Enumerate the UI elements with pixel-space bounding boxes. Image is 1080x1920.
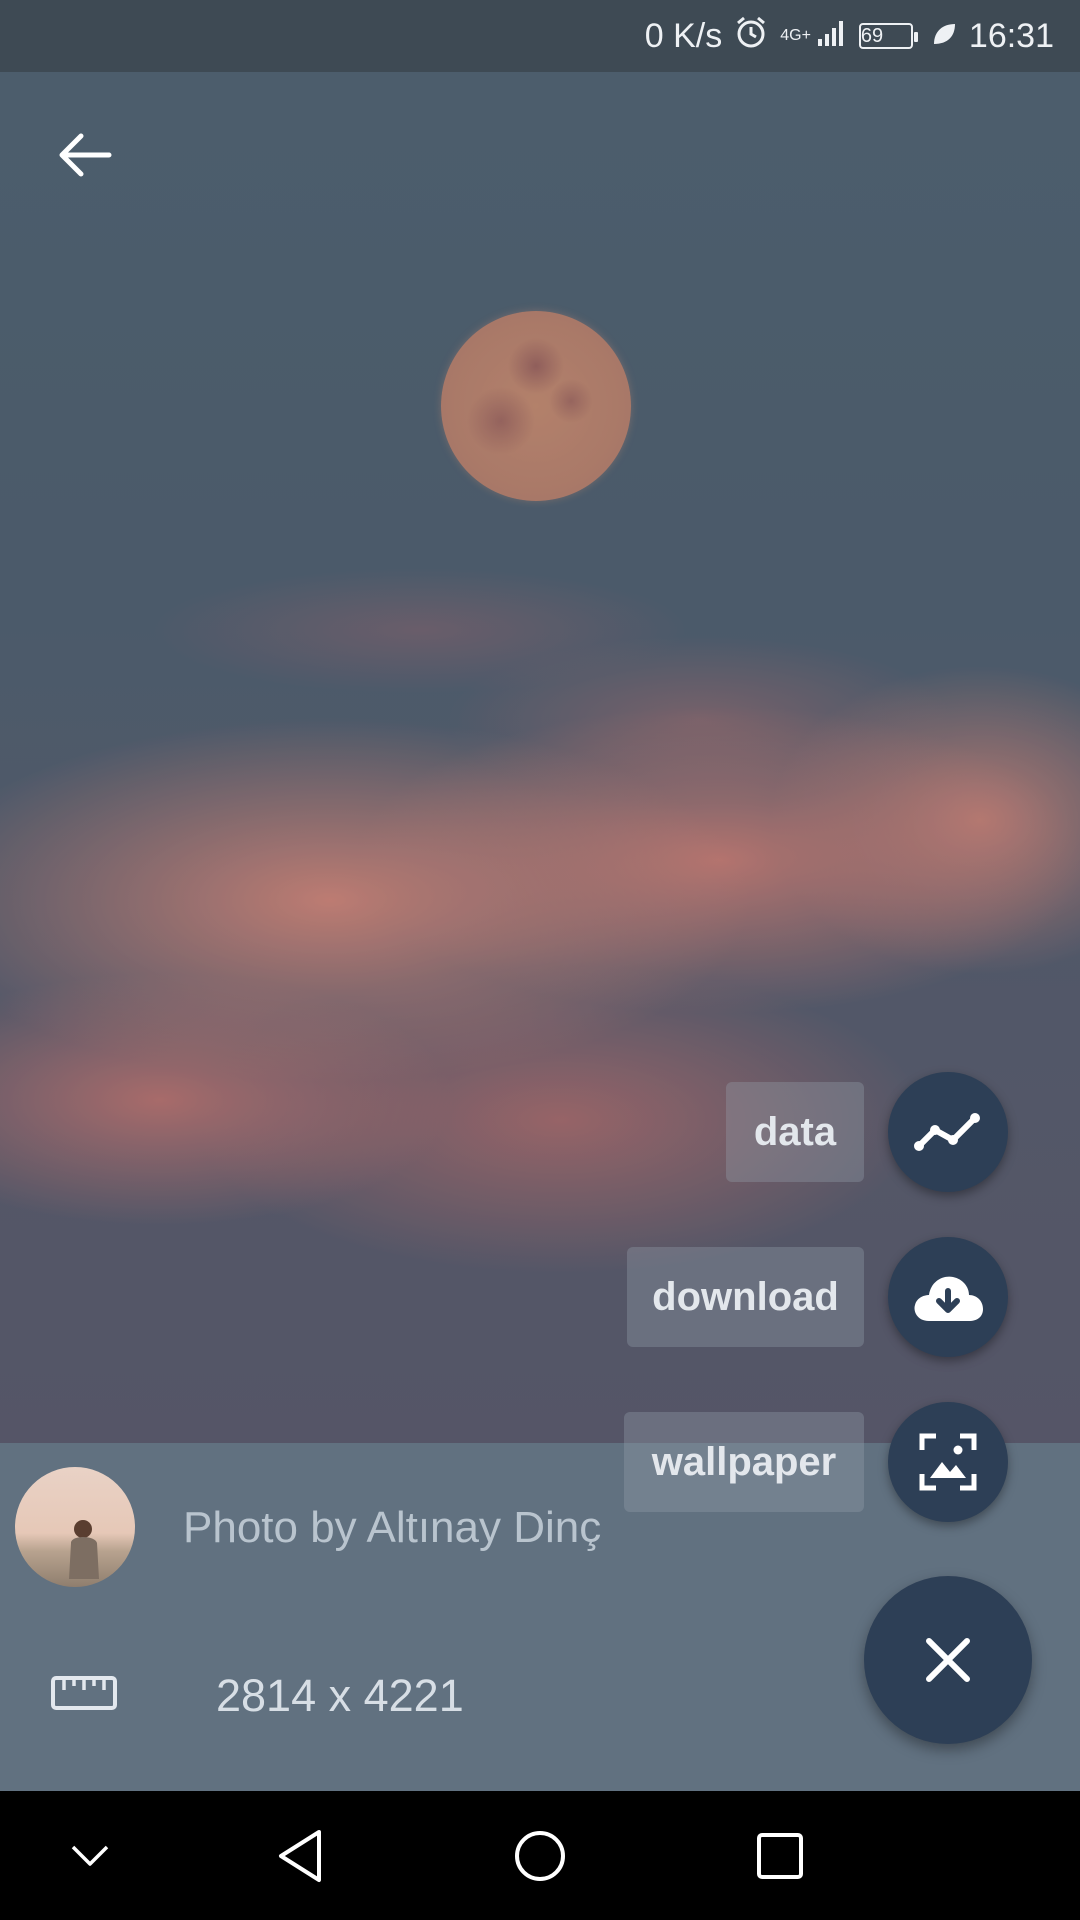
close-icon [926,1638,970,1682]
leaf-icon [931,17,957,56]
network-type: 4G+ [780,27,811,44]
avatar-person [69,1520,99,1579]
download-action-button[interactable] [888,1237,1008,1357]
nav-home-button[interactable] [480,1791,600,1920]
chart-line-icon [914,1113,980,1151]
photo-viewer [0,0,1080,1443]
wallpaper-action-button[interactable] [888,1402,1008,1522]
photo-credit: Photo by Altınay Dinç [183,1503,602,1552]
cloud-download-icon [914,1276,983,1321]
battery-level: 69 [860,25,884,47]
nav-down-button[interactable] [30,1791,150,1920]
nav-home-icon [515,1830,565,1881]
nav-back-icon [279,1829,321,1882]
nav-back-button[interactable] [240,1791,360,1920]
net-speed: 0 K/s [644,16,723,55]
close-speed-dial-button[interactable] [864,1576,1032,1744]
avatar[interactable] [15,1467,135,1587]
wallpaper-icon [919,1433,977,1491]
ruler-icon [51,1676,117,1710]
data-action-button[interactable] [888,1072,1008,1192]
back-button[interactable] [50,125,120,185]
nav-recents-button[interactable] [720,1791,840,1920]
status-bar: 0 K/s 4G+ 69 16:31 [0,0,1080,72]
clock: 16:31 [968,16,1054,55]
signal-icon [817,17,847,56]
alarm-icon [734,15,768,58]
nav-down-icon [71,1845,109,1866]
nav-recents-icon [757,1832,803,1879]
download-action-label[interactable]: download [627,1247,864,1347]
photo-dimensions: 2814 x 4221 [216,1670,464,1721]
wallpaper-action-label[interactable]: wallpaper [624,1412,864,1512]
data-action-label[interactable]: data [726,1082,864,1182]
back-arrow-icon [59,133,112,177]
photo-overlay [0,0,1080,1443]
navigation-bar [0,1791,1080,1920]
battery-icon: 69 [858,23,918,49]
